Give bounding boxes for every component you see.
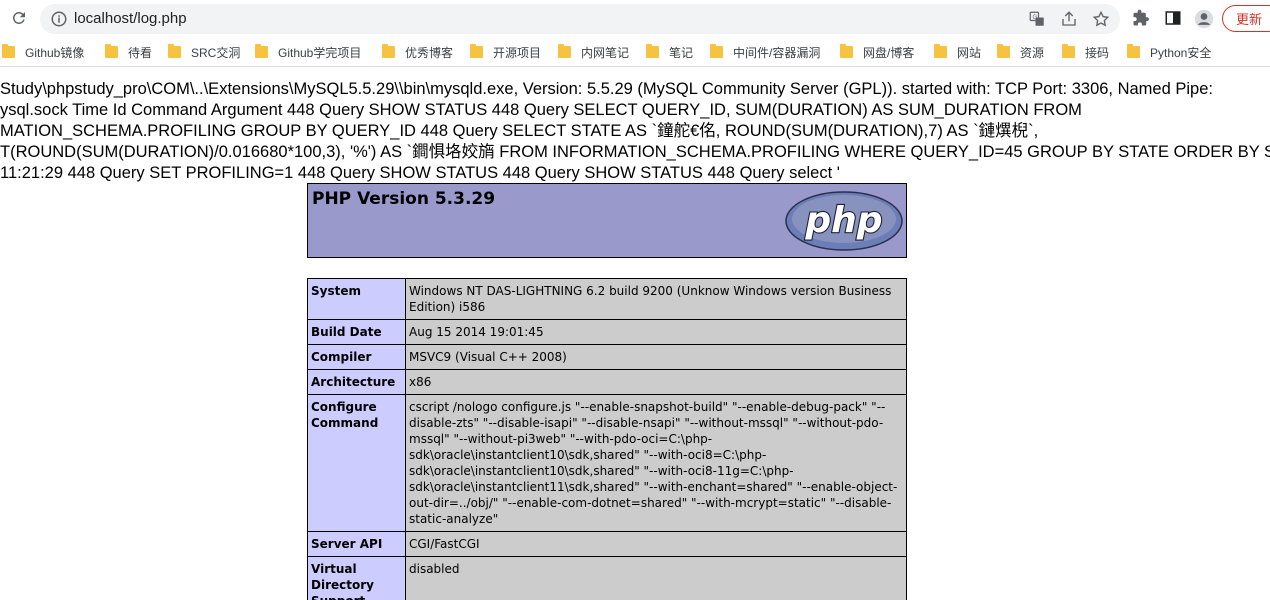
- row-key: Compiler: [307, 344, 406, 370]
- side-panel-icon[interactable]: [1164, 9, 1182, 27]
- log-line: Study\phpstudy_pro\COM\..\Extensions\MyS…: [0, 80, 1213, 98]
- bookmark-folder[interactable]: 待看: [105, 43, 152, 61]
- folder-icon: [2, 44, 15, 58]
- row-value: MSVC9 (Visual C++ 2008): [405, 344, 907, 370]
- row-value: x86: [405, 369, 907, 395]
- address-bar[interactable]: localhost/log.php G: [40, 4, 1120, 34]
- extensions-icon[interactable]: [1132, 9, 1150, 27]
- folder-icon: [1127, 44, 1140, 58]
- php-logo-icon: php: [785, 191, 903, 251]
- url-text[interactable]: localhost/log.php: [74, 10, 187, 27]
- table-row: Architecture x86: [307, 369, 907, 395]
- folder-icon: [997, 44, 1010, 58]
- folder-icon: [168, 44, 181, 58]
- bookmark-folder[interactable]: Github学完项目: [255, 43, 361, 61]
- row-value: Aug 15 2014 19:01:45: [405, 319, 907, 345]
- bookmark-folder[interactable]: 网站: [934, 43, 981, 61]
- table-row: Build Date Aug 15 2014 19:01:45: [307, 319, 907, 345]
- bookmark-folder[interactable]: Python安全: [1127, 43, 1211, 61]
- row-key: Virtual Directory Support: [307, 556, 406, 600]
- svg-text:G: G: [1033, 15, 1038, 21]
- share-icon[interactable]: [1060, 10, 1078, 28]
- folder-icon: [255, 44, 268, 58]
- row-value: Windows NT DAS-LIGHTNING 6.2 build 9200 …: [405, 278, 907, 320]
- row-key: Architecture: [307, 369, 406, 395]
- folder-icon: [470, 44, 483, 58]
- bookmark-folder[interactable]: 接码: [1062, 43, 1109, 61]
- log-line: 11:21:29 448 Query SET PROFILING=1 448 Q…: [0, 164, 840, 182]
- bookmark-folder[interactable]: 内网笔记: [558, 43, 629, 61]
- phpinfo-header: PHP Version 5.3.29 php: [307, 183, 907, 258]
- update-button[interactable]: 更新: [1222, 5, 1270, 32]
- table-row: Configure Command cscript /nologo configu…: [307, 394, 907, 532]
- bookmark-folder[interactable]: 笔记: [646, 43, 693, 61]
- svg-text:php: php: [804, 200, 882, 241]
- phpinfo-table: System Windows NT DAS-LIGHTNING 6.2 build…: [307, 278, 907, 600]
- bookmark-folder[interactable]: 网盘/博客: [840, 43, 914, 61]
- bookmarks-bar: Github镜像 待看 SRC交洞 Github学完项目 优秀博客 开源项目 内…: [0, 37, 1270, 67]
- row-key: Configure Command: [307, 394, 406, 532]
- folder-icon: [558, 44, 571, 58]
- bookmark-star-icon[interactable]: [1092, 10, 1110, 28]
- reload-icon[interactable]: [8, 7, 30, 29]
- mysql-log-text: Study\phpstudy_pro\COM\..\Extensions\MyS…: [0, 79, 1270, 184]
- folder-icon: [646, 44, 659, 58]
- bookmark-folder[interactable]: SRC交洞: [168, 43, 240, 61]
- log-line: T(ROUND(SUM(DURATION)/0.016680*100,3), '…: [0, 143, 1270, 161]
- folder-icon: [934, 44, 947, 58]
- row-value: cscript /nologo configure.js "--enable-s…: [405, 394, 907, 532]
- table-row: System Windows NT DAS-LIGHTNING 6.2 build…: [307, 278, 907, 320]
- php-version-title: PHP Version 5.3.29: [312, 189, 496, 209]
- site-info-icon[interactable]: [50, 10, 68, 28]
- translate-icon[interactable]: G: [1028, 10, 1046, 28]
- folder-icon: [710, 44, 723, 58]
- bookmark-folder[interactable]: 优秀博客: [382, 43, 453, 61]
- profile-avatar-icon[interactable]: [1194, 9, 1214, 29]
- folder-icon: [105, 44, 118, 58]
- bookmark-folder[interactable]: 中间件/容器漏洞: [710, 43, 820, 61]
- row-value: CGI/FastCGI: [405, 531, 907, 557]
- log-line: ysql.sock Time Id Command Argument 448 Q…: [0, 101, 1082, 119]
- browser-toolbar: localhost/log.php G 更新: [0, 0, 1270, 37]
- table-row: Server API CGI/FastCGI: [307, 531, 907, 557]
- folder-icon: [840, 44, 853, 58]
- log-line: MATION_SCHEMA.PROFILING GROUP BY QUERY_I…: [0, 122, 1039, 140]
- bookmark-folder[interactable]: 开源项目: [470, 43, 541, 61]
- row-key: Build Date: [307, 319, 406, 345]
- bookmark-folder[interactable]: Github镜像: [2, 43, 84, 61]
- row-key: System: [307, 278, 406, 320]
- row-value: disabled: [405, 556, 907, 600]
- table-row: Compiler MSVC9 (Visual C++ 2008): [307, 344, 907, 370]
- folder-icon: [1062, 44, 1075, 58]
- row-key: Server API: [307, 531, 406, 557]
- bookmark-folder[interactable]: 资源: [997, 43, 1044, 61]
- table-row: Virtual Directory Supportdisabled: [307, 556, 907, 600]
- page-content: Study\phpstudy_pro\COM\..\Extensions\MyS…: [0, 67, 1270, 600]
- folder-icon: [382, 44, 395, 58]
